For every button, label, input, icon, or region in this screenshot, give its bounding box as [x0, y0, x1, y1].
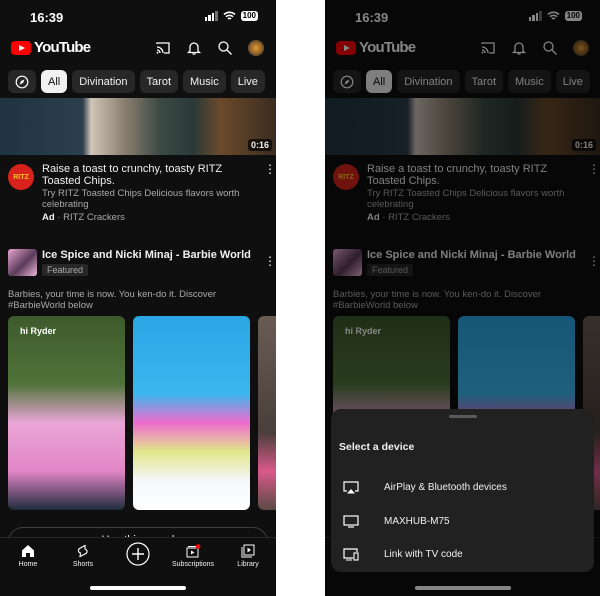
- tv-icon: [343, 514, 359, 528]
- short-overlay-text: hi Ryder: [20, 326, 57, 336]
- search-icon[interactable]: [217, 40, 233, 56]
- shorts-icon: [77, 544, 88, 558]
- short-card[interactable]: [133, 316, 250, 510]
- device-label: MAXHUB-M75: [384, 515, 450, 527]
- chip-bar: All Divination Tarot Music Live: [8, 70, 265, 93]
- featured-description: Barbies, your time is now. You ken-do it…: [8, 289, 217, 311]
- nav-label: Library: [237, 561, 259, 568]
- featured-thumbnail[interactable]: [8, 249, 37, 276]
- status-time: 16:39: [30, 10, 64, 25]
- device-maxhub[interactable]: MAXHUB-M75: [331, 506, 594, 536]
- chip-all[interactable]: All: [41, 70, 68, 93]
- nav-library[interactable]: Library: [220, 544, 276, 568]
- phone-screen-cast-sheet: 16:39 100 YouTube All Divination Tarot M…: [325, 0, 600, 596]
- chip-music[interactable]: Music: [183, 70, 226, 93]
- chip-divination[interactable]: Divination: [72, 70, 135, 93]
- nav-label: Home: [18, 561, 38, 568]
- airplay-icon: [343, 480, 359, 493]
- featured-title[interactable]: Ice Spice and Nicki Minaj - Barbie World…: [42, 249, 252, 261]
- more-options-icon[interactable]: ⋮: [264, 255, 276, 267]
- device-link-tv-code[interactable]: Link with TV code: [331, 539, 594, 569]
- video-duration: 0:16: [247, 139, 272, 151]
- create-button[interactable]: [110, 542, 166, 569]
- phone-screen-home: 16:39 100 YouTube All Divination Tarot M…: [0, 0, 276, 596]
- ritz-logo[interactable]: RITZ: [8, 164, 34, 190]
- ad-video-thumbnail[interactable]: 0:16: [0, 98, 276, 155]
- short-card[interactable]: hi Ryder: [8, 316, 125, 510]
- separator: ·: [57, 212, 61, 223]
- device-label: Link with TV code: [384, 548, 463, 560]
- tv-code-icon: [343, 547, 359, 561]
- ad-title[interactable]: Raise a toast to crunchy, toasty RITZ To…: [42, 163, 254, 187]
- plus-circle-icon: [126, 542, 150, 566]
- status-icons: 100: [204, 11, 258, 21]
- advertiser-name: RITZ Crackers: [63, 212, 125, 223]
- device-airplay[interactable]: AirPlay & Bluetooth devices: [331, 472, 594, 502]
- more-options-icon[interactable]: ⋮: [264, 163, 276, 175]
- home-indicator[interactable]: [90, 586, 186, 590]
- nav-shorts[interactable]: Shorts: [55, 544, 111, 568]
- cast-icon[interactable]: [155, 40, 171, 56]
- youtube-play-icon: [11, 40, 31, 55]
- ad-meta: Ad · RITZ Crackers: [42, 212, 125, 223]
- explore-chip[interactable]: [8, 70, 36, 93]
- home-icon: [22, 545, 34, 557]
- library-icon: [241, 544, 255, 558]
- chip-live[interactable]: Live: [230, 70, 265, 93]
- youtube-logo[interactable]: YouTube: [11, 39, 91, 56]
- cast-device-sheet: Select a device AirPlay & Bluetooth devi…: [331, 409, 594, 572]
- avatar[interactable]: [248, 40, 264, 56]
- device-label: AirPlay & Bluetooth devices: [384, 481, 507, 493]
- wifi-icon: [223, 11, 236, 20]
- nav-label: Subscriptions: [171, 561, 215, 568]
- logo-text: YouTube: [34, 39, 91, 56]
- sheet-title: Select a device: [339, 441, 415, 453]
- sheet-drag-handle[interactable]: [448, 415, 477, 418]
- featured-badge: Featured: [42, 264, 89, 276]
- nav-label: Shorts: [72, 561, 94, 568]
- bell-icon[interactable]: [186, 40, 202, 56]
- signal-icon: [204, 11, 218, 21]
- compass-icon: [15, 75, 29, 88]
- chip-tarot[interactable]: Tarot: [139, 70, 179, 93]
- short-card[interactable]: [258, 316, 276, 510]
- nav-subscriptions[interactable]: Subscriptions: [165, 544, 221, 568]
- subscriptions-icon: [186, 544, 201, 558]
- ad-description: Try RITZ Toasted Chips Delicious flavors…: [42, 188, 240, 210]
- ad-badge: Ad: [42, 212, 55, 223]
- nav-home[interactable]: Home: [0, 544, 56, 568]
- battery-indicator: 100: [240, 11, 258, 21]
